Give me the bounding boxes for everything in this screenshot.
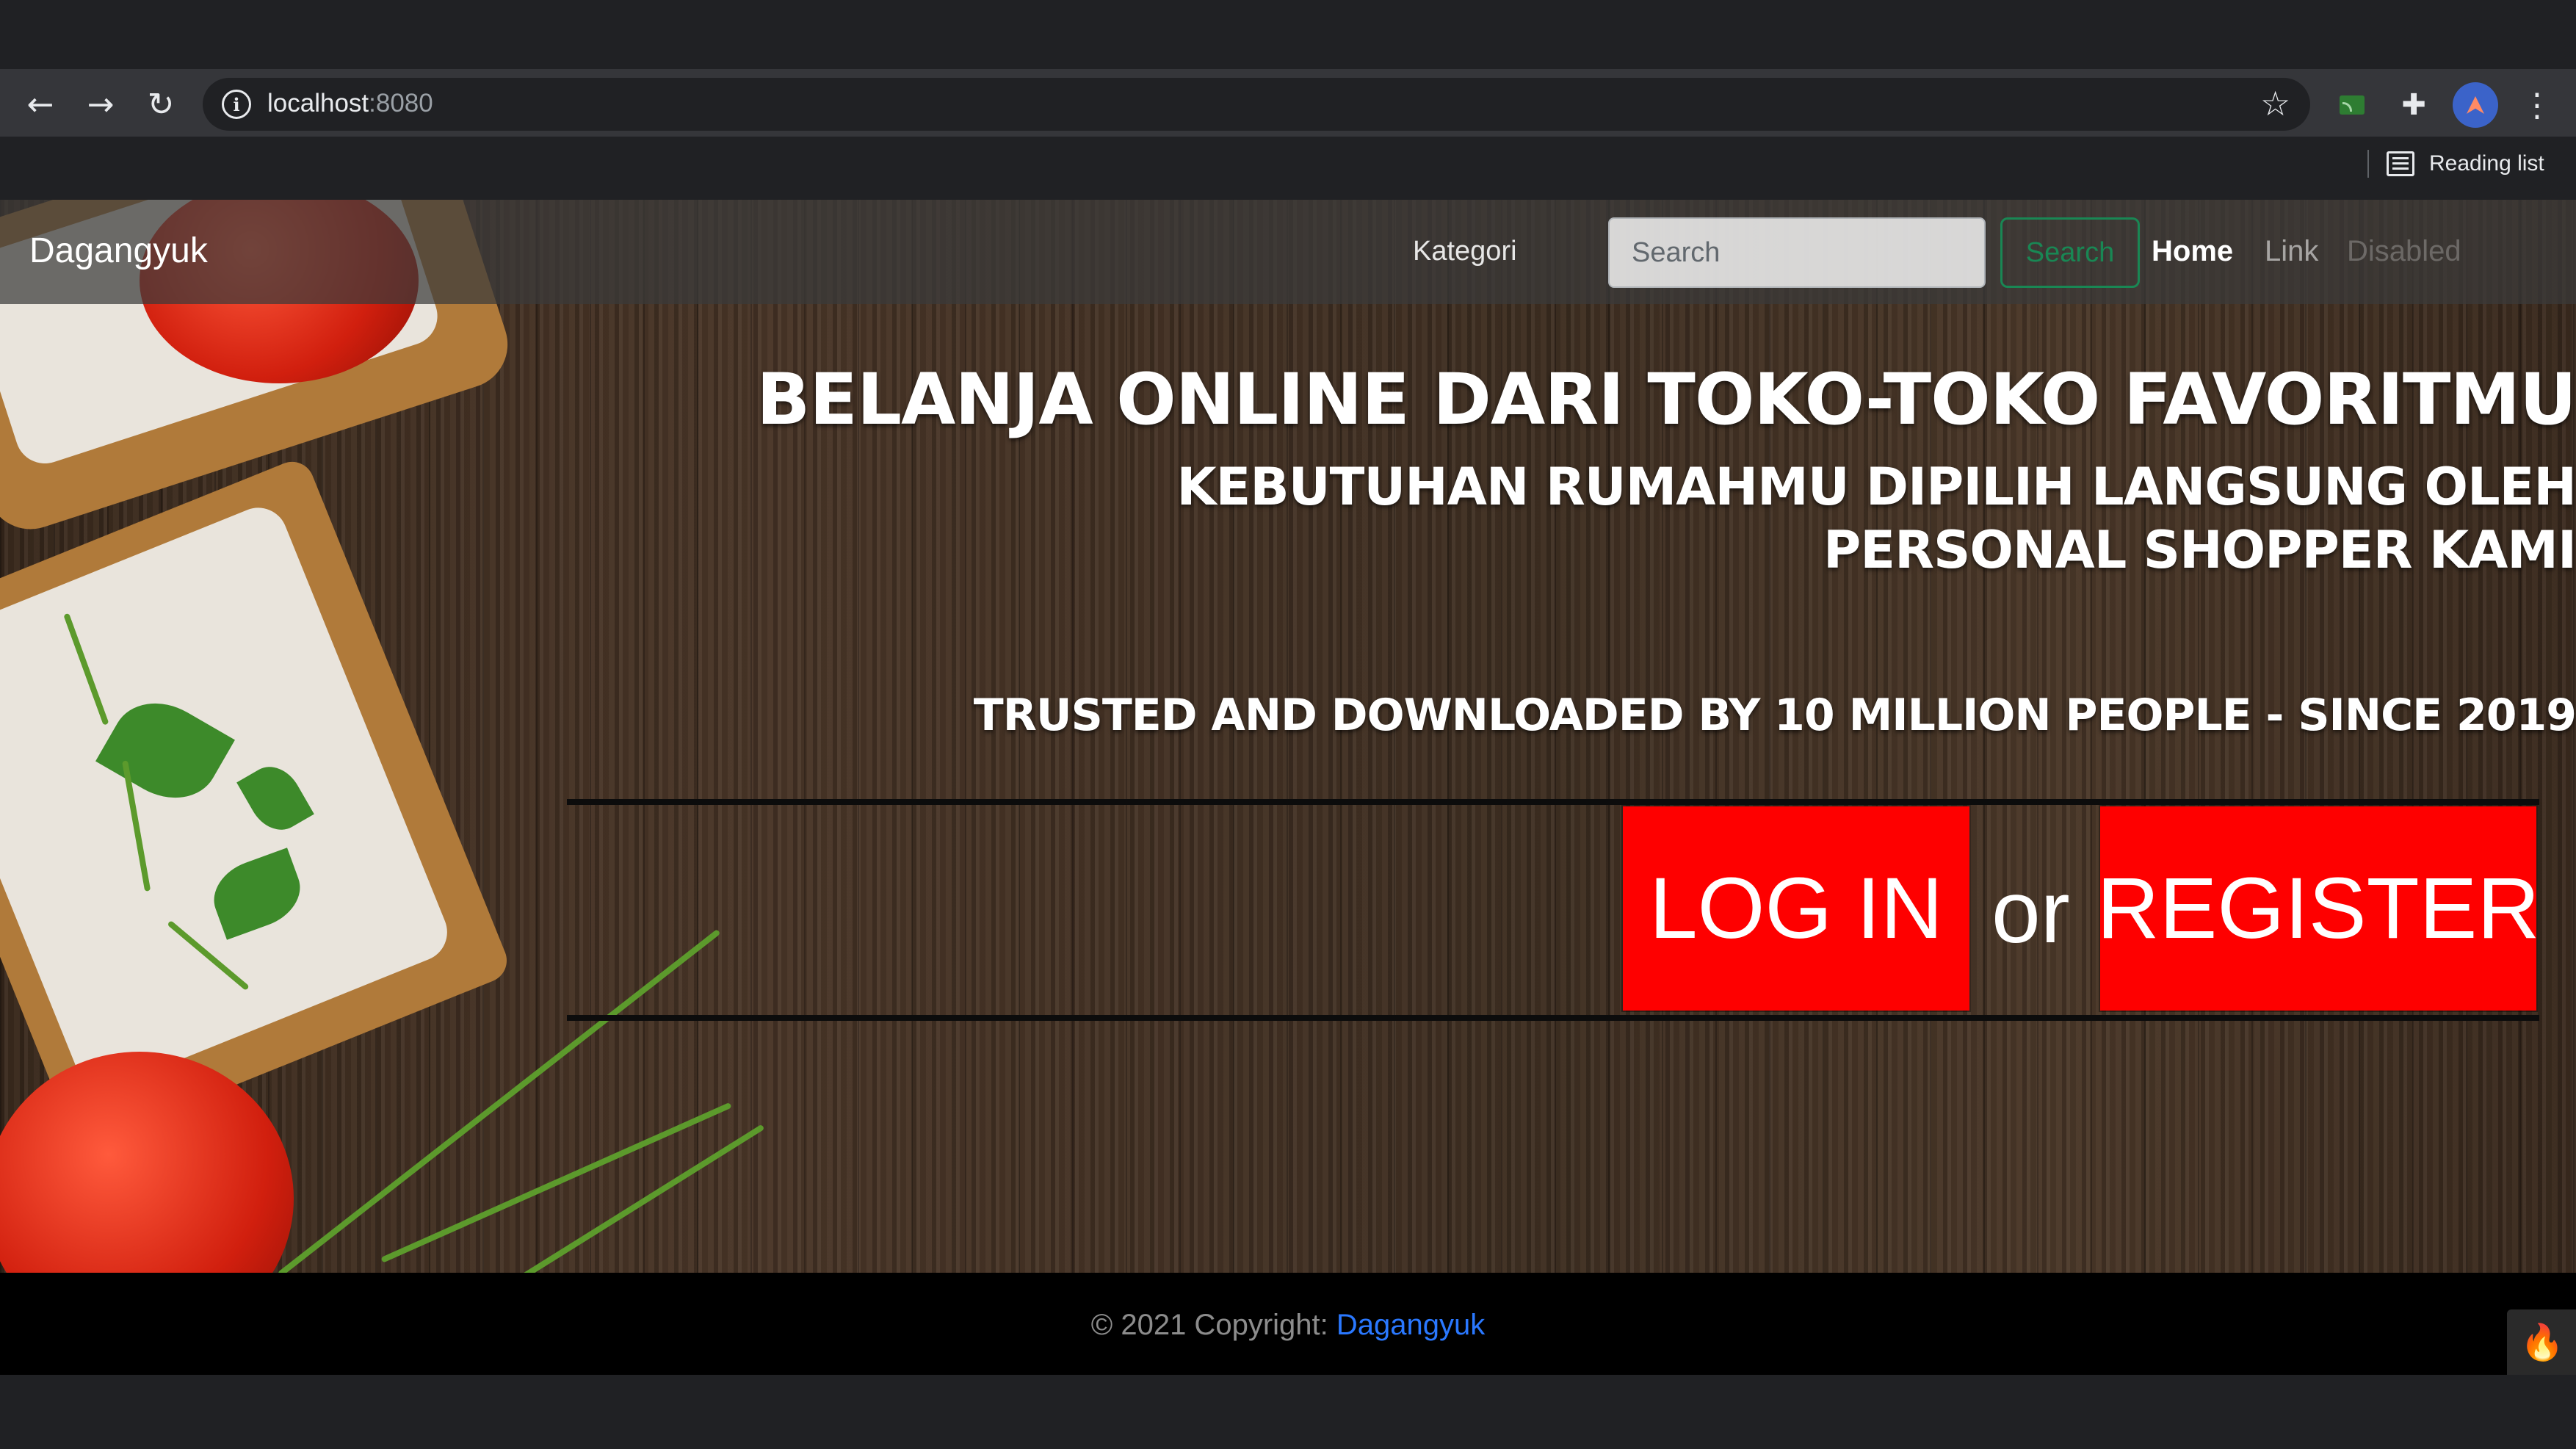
reading-list-icon — [2387, 151, 2414, 176]
copyright-prefix: © 2021 Copyright: — [1090, 1309, 1336, 1341]
divider-top — [567, 799, 2539, 805]
reading-list-label: Reading list — [2429, 151, 2544, 176]
copyright-link[interactable]: Dagangyuk — [1336, 1309, 1485, 1341]
fire-icon[interactable]: 🔥 — [2507, 1309, 2576, 1375]
brand-link[interactable]: Dagangyuk — [29, 229, 208, 273]
address-bar[interactable] — [203, 78, 2310, 131]
reading-list-button[interactable]: Reading list — [2387, 147, 2544, 181]
search-input[interactable] — [1608, 217, 1986, 288]
reload-icon[interactable]: ↻ — [141, 85, 181, 125]
nav-home-link[interactable]: Home — [2152, 232, 2233, 270]
login-button[interactable]: LOG IN — [1623, 806, 1969, 1011]
divider-bottom — [567, 1015, 2539, 1021]
kategori-dropdown[interactable]: Kategori — [1413, 232, 1517, 270]
url-port: :8080 — [369, 89, 433, 118]
hero-subheadline-line-1: KEBUTUHAN RUMAHMU DIPILIH LANGSUNG OLEH — [1176, 457, 2576, 517]
forward-arrow-icon[interactable]: → — [81, 85, 120, 125]
nav-disabled-link: Disabled — [2347, 235, 2461, 267]
chive-stem-image — [380, 1102, 732, 1263]
kebab-menu-icon[interactable]: ⋮ — [2517, 85, 2557, 125]
site-navbar: Dagangyuk Kategori Search Home Link Disa… — [0, 200, 2576, 304]
trusted-tagline: TRUSTED AND DOWNLOADED BY 10 MILLION PEO… — [973, 690, 2576, 741]
copyright-text: © 2021 Copyright: Dagangyuk — [0, 1307, 2576, 1343]
puzzle-icon[interactable]: ✚ — [2394, 85, 2434, 125]
info-icon[interactable]: i — [222, 90, 251, 119]
bookmark-separator — [2367, 150, 2369, 178]
site-footer: © 2021 Copyright: Dagangyuk 🔥 — [0, 1273, 2576, 1375]
hero-section: Dagangyuk Kategori Search Home Link Disa… — [0, 200, 2576, 1345]
address-url[interactable]: localhost:8080 — [267, 85, 433, 122]
hero-headline: BELANJA ONLINE DARI TOKO-TOKO FAVORITMU — [756, 358, 2576, 441]
browser-tab-strip — [0, 0, 2576, 69]
url-host: localhost — [267, 89, 369, 118]
profile-avatar[interactable] — [2453, 82, 2498, 128]
hero-subheadline: KEBUTUHAN RUMAHMU DIPILIH LANGSUNG OLEH … — [1107, 455, 2576, 582]
hero-subheadline-line-2: PERSONAL SHOPPER KAMI — [1823, 520, 2576, 580]
cast-icon[interactable] — [2332, 85, 2372, 125]
nav-link-link[interactable]: Link — [2265, 232, 2318, 270]
search-button[interactable]: Search — [2000, 217, 2140, 288]
star-icon[interactable]: ☆ — [2260, 84, 2290, 123]
or-separator-text: or — [1991, 863, 2070, 961]
page-viewport: Dagangyuk Kategori Search Home Link Disa… — [0, 200, 2576, 1375]
register-button[interactable]: REGISTER — [2096, 806, 2540, 1011]
back-arrow-icon[interactable]: ← — [21, 85, 60, 125]
bottom-letterbox — [0, 1375, 2576, 1449]
